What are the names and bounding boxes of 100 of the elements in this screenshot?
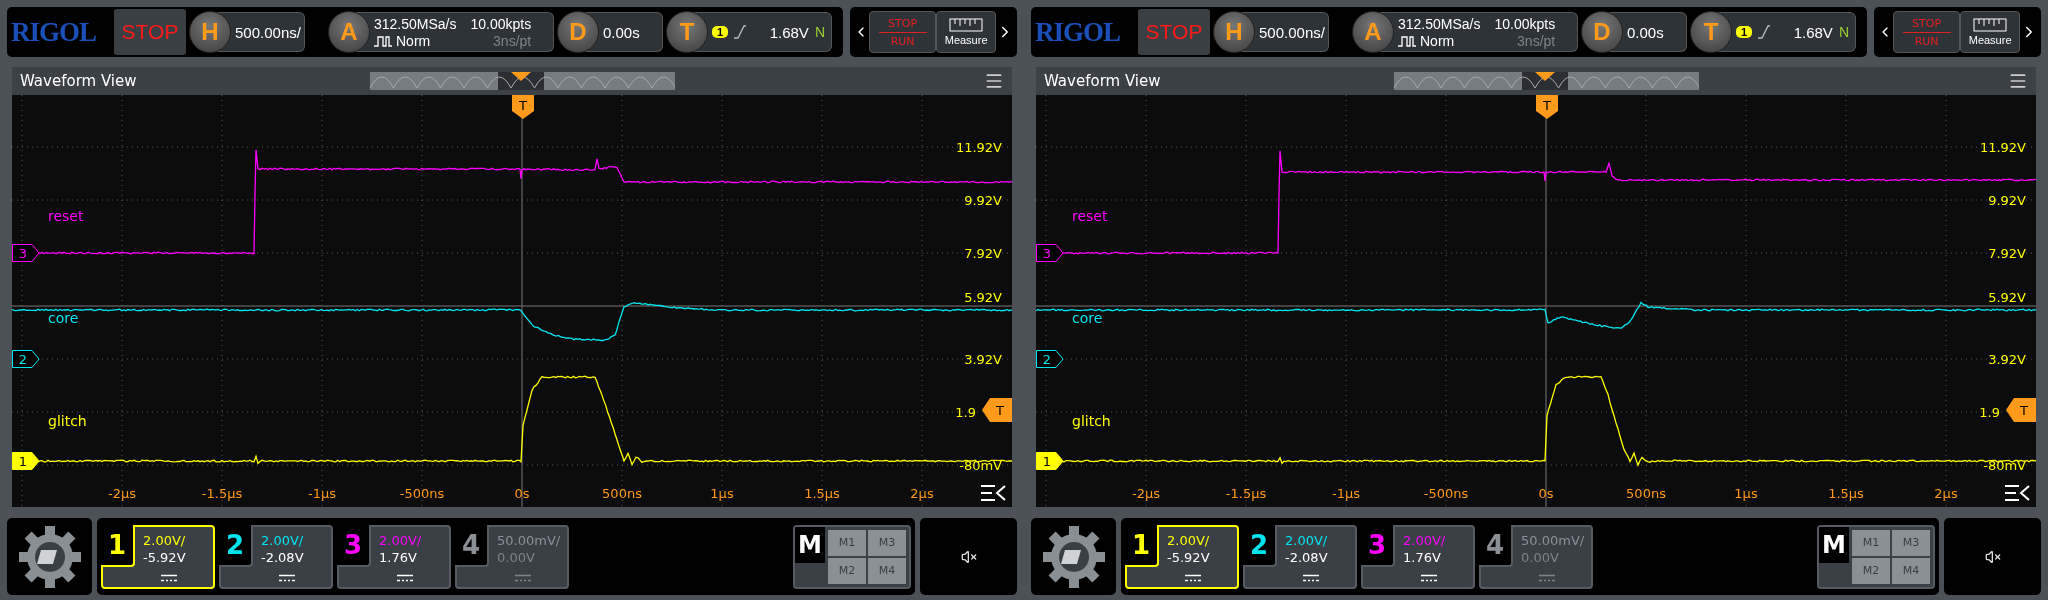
voltage-label: -80mV	[959, 457, 1002, 473]
channel-label: core	[48, 310, 79, 326]
dc-coupling-icon	[397, 573, 413, 582]
trigger-level-marker[interactable]: T	[2006, 398, 2036, 422]
channel-card[interactable]: 4 50.00mV/ 0.00V	[1479, 524, 1593, 589]
time-label: -500ns	[1423, 486, 1469, 501]
pulse-icon	[1398, 34, 1416, 47]
time-label: -1.5μs	[201, 486, 243, 501]
time-resolution: 3ns/pt	[1517, 32, 1556, 49]
time-resolution: 3ns/pt	[493, 32, 532, 49]
delay-value: 0.00s	[603, 23, 640, 41]
collapse-menu-icon[interactable]	[2004, 483, 2030, 503]
sweep-mode: N	[1838, 24, 1849, 40]
dc-coupling-icon	[1303, 573, 1319, 582]
channel-card[interactable]: 2 2.00V/ -2.08V	[1243, 524, 1357, 589]
channel-number: 4	[455, 524, 489, 567]
voltage-label: 5.92V	[964, 289, 1002, 305]
menu-icon[interactable]	[984, 71, 1004, 91]
sample-rate: 312.50MSa/s	[374, 15, 457, 32]
voltage-label: 3.92V	[1988, 351, 2026, 367]
math-button[interactable]: M2	[828, 557, 866, 584]
vertical-offset: 1.76V	[379, 549, 418, 565]
time-label: 500ns	[1626, 486, 1666, 501]
math-button[interactable]: M2	[1852, 557, 1890, 584]
channel-marker[interactable]: 2	[1036, 350, 1064, 368]
memory-depth: 10.00kpts	[470, 15, 532, 32]
pulse-icon	[374, 34, 392, 47]
dc-coupling-icon	[1185, 573, 1201, 582]
voltage-label: 7.92V	[1988, 245, 2026, 261]
channel-marker[interactable]: 3	[1036, 244, 1064, 262]
collapse-menu-icon[interactable]	[980, 483, 1006, 503]
channel-label: glitch	[48, 413, 87, 429]
math-button[interactable]: M4	[868, 557, 906, 584]
overview-drawing[interactable]	[1394, 72, 1699, 90]
dc-coupling-icon	[279, 573, 295, 582]
time-label: -1μs	[1332, 486, 1360, 501]
channel-card[interactable]: 3 2.00V/ 1.76V	[1361, 524, 1475, 589]
vertical-scale: 50.00mV/	[497, 532, 562, 548]
vertical-offset: 1.76V	[1403, 549, 1442, 565]
timebase-scale: 500.00ns/	[235, 23, 301, 41]
gear-logo-icon[interactable]	[16, 523, 83, 590]
mute-icon[interactable]	[960, 548, 977, 565]
math-label[interactable]: M	[1819, 526, 1849, 563]
menu-icon[interactable]	[2008, 71, 2028, 91]
measure-button[interactable]: Measure	[1960, 11, 2020, 53]
brand-logo: RIGOL	[1035, 16, 1122, 48]
dc-coupling-icon	[1539, 573, 1555, 582]
voltage-label: 5.92V	[1988, 289, 2026, 305]
time-label: 1μs	[1734, 486, 1758, 501]
brand-logo: RIGOL	[11, 16, 98, 48]
math-button[interactable]: M1	[1852, 529, 1890, 556]
channel-card[interactable]: 1 2.00V/ -5.92V	[101, 524, 215, 589]
vertical-scale: 2.00V/	[1285, 532, 1329, 548]
delay-value: 0.00s	[1627, 23, 1664, 41]
time-label: 1.5μs	[804, 486, 840, 501]
ruler-icon	[1973, 18, 2008, 32]
time-label: 1μs	[710, 486, 734, 501]
time-label: 500ns	[602, 486, 642, 501]
channel-card[interactable]: 1 2.00V/ -5.92V	[1125, 524, 1239, 589]
measure-button[interactable]: Measure	[936, 11, 996, 53]
trigger-position-marker[interactable]: T	[512, 95, 534, 119]
voltage-label: 9.92V	[1988, 192, 2026, 208]
channel-label: glitch	[1072, 413, 1111, 429]
vertical-scale: 50.00mV/	[1521, 532, 1586, 548]
channel-marker[interactable]: 1	[12, 452, 40, 470]
vertical-scale: 2.00V/	[1403, 532, 1447, 548]
channel-number: 2	[219, 524, 253, 567]
time-label: 0s	[1538, 486, 1554, 501]
vertical-offset: 0.00V	[1521, 549, 1560, 565]
voltage-label: 1.9	[955, 404, 976, 420]
mute-icon[interactable]	[1984, 548, 2001, 565]
channel-card[interactable]: 2 2.00V/ -2.08V	[219, 524, 333, 589]
overview-drawing[interactable]	[370, 72, 675, 90]
channel-number: 4	[1479, 524, 1513, 567]
channel-marker[interactable]: 3	[12, 244, 40, 262]
voltage-label: 7.92V	[964, 245, 1002, 261]
math-button[interactable]: M3	[868, 529, 906, 556]
vertical-scale: 2.00V/	[379, 532, 423, 548]
channel-marker[interactable]: 2	[12, 350, 40, 368]
voltage-label: 11.92V	[1979, 139, 2026, 155]
channel-card[interactable]: 3 2.00V/ 1.76V	[337, 524, 451, 589]
time-label: -1.5μs	[1225, 486, 1267, 501]
math-label[interactable]: M	[795, 526, 825, 563]
channel-marker[interactable]: 1	[1036, 452, 1064, 470]
vertical-scale: 2.00V/	[261, 532, 305, 548]
ruler-icon	[949, 18, 984, 32]
math-button[interactable]: M1	[828, 529, 866, 556]
dc-coupling-icon	[161, 573, 177, 582]
rising-edge-icon	[1758, 25, 1770, 39]
math-button[interactable]: M3	[1892, 529, 1930, 556]
view-title: Waveform View	[1044, 72, 1161, 90]
math-button[interactable]: M4	[1892, 557, 1930, 584]
channel-card[interactable]: 4 50.00mV/ 0.00V	[455, 524, 569, 589]
trigger-position-marker[interactable]: T	[1536, 95, 1558, 119]
vertical-scale: 2.00V/	[143, 532, 187, 548]
gear-logo-icon[interactable]	[1040, 523, 1107, 590]
channel-label: core	[1072, 310, 1103, 326]
trigger-level-marker[interactable]: T	[982, 398, 1012, 422]
vertical-offset: 0.00V	[497, 549, 536, 565]
dc-coupling-icon	[515, 573, 531, 582]
